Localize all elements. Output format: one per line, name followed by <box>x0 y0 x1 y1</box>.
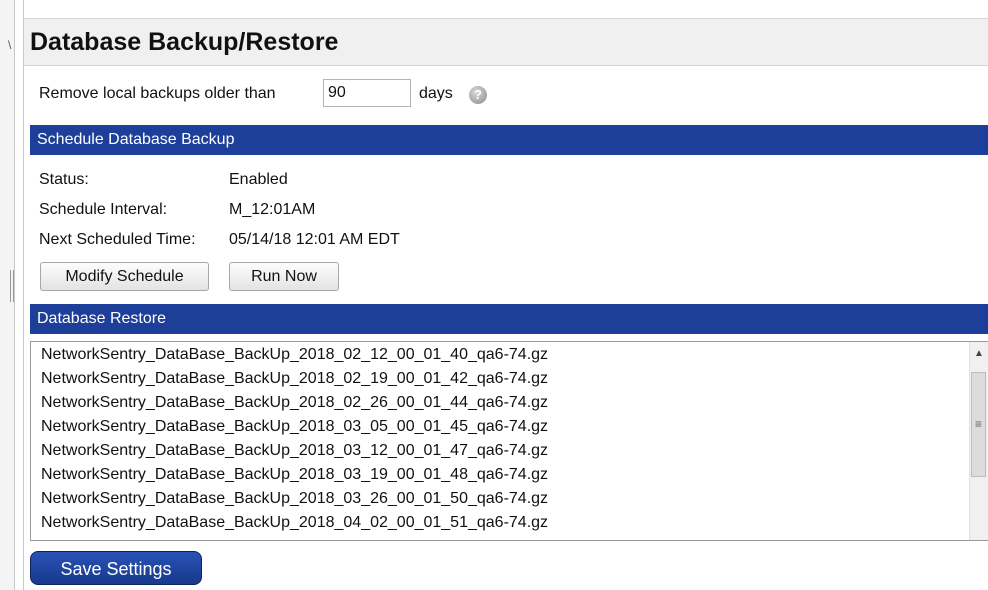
schedule-section-title: Schedule Database Backup <box>37 131 235 148</box>
status-value: Enabled <box>229 171 288 188</box>
scroll-grip-icon: ≡ <box>975 417 983 431</box>
save-settings-button[interactable]: Save Settings <box>30 551 202 585</box>
list-item[interactable]: NetworkSentry_DataBase_BackUp_2018_02_19… <box>41 367 548 391</box>
list-item[interactable]: NetworkSentry_DataBase_BackUp_2018_02_12… <box>41 343 548 367</box>
retention-unit-label: days <box>419 85 453 102</box>
list-item[interactable]: NetworkSentry_DataBase_BackUp_2018_03_12… <box>41 439 548 463</box>
status-label: Status: <box>39 171 89 188</box>
help-circle-icon[interactable]: ? <box>469 86 487 104</box>
next-scheduled-label: Next Scheduled Time: <box>39 231 196 248</box>
scroll-thumb[interactable]: ≡ <box>971 372 986 477</box>
backup-restore-panel: Database Backup/Restore Remove local bac… <box>23 0 988 590</box>
page-title: Database Backup/Restore <box>30 28 339 56</box>
restore-section-title: Database Restore <box>37 310 166 327</box>
backup-file-list[interactable]: NetworkSentry_DataBase_BackUp_2018_02_12… <box>30 341 988 541</box>
left-frame-strip: \ <box>0 0 15 590</box>
scroll-up-arrow-icon[interactable]: ▲ <box>974 348 984 359</box>
list-item[interactable]: NetworkSentry_DataBase_BackUp_2018_02_26… <box>41 391 548 415</box>
run-now-button[interactable]: Run Now <box>229 262 339 291</box>
list-item[interactable]: NetworkSentry_DataBase_BackUp_2018_03_05… <box>41 415 548 439</box>
title-bar: Database Backup/Restore <box>24 18 988 66</box>
restore-section-header: Database Restore <box>30 304 988 334</box>
list-scrollbar[interactable]: ▲ ≡ <box>969 342 988 540</box>
left-strip-mark: \ <box>8 38 12 52</box>
retention-label: Remove local backups older than <box>39 85 276 102</box>
list-item[interactable]: NetworkSentry_DataBase_BackUp_2018_03_19… <box>41 463 548 487</box>
interval-value: M_12:01AM <box>229 201 316 218</box>
frame-resize-handle[interactable] <box>10 270 14 302</box>
retention-days-input[interactable] <box>323 79 411 107</box>
modify-schedule-button[interactable]: Modify Schedule <box>40 262 209 291</box>
interval-label: Schedule Interval: <box>39 201 168 218</box>
list-item[interactable]: NetworkSentry_DataBase_BackUp_2018_03_26… <box>41 487 548 511</box>
list-item[interactable]: NetworkSentry_DataBase_BackUp_2018_04_02… <box>41 511 548 535</box>
schedule-section-header: Schedule Database Backup <box>30 125 988 155</box>
next-scheduled-value: 05/14/18 12:01 AM EDT <box>229 231 400 248</box>
